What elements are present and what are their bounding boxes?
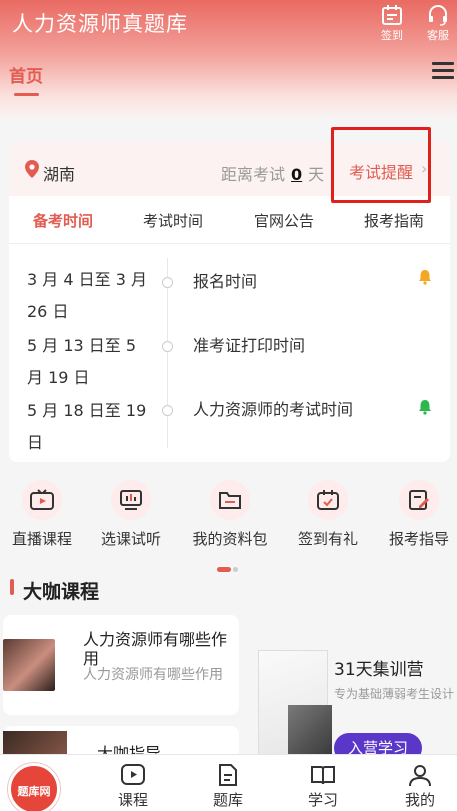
tab-prep-time[interactable]: 备考时间: [33, 210, 93, 231]
exam-remind-link[interactable]: 考试提醒: [349, 159, 413, 183]
headset-icon: [429, 5, 447, 26]
promo-subtitle: 专为基础薄弱考生设计: [334, 687, 455, 701]
quick-link-checkin-gift[interactable]: 签到有礼: [295, 480, 361, 549]
countdown-suffix: 天: [308, 165, 325, 184]
chevron-right-icon: ›: [421, 159, 428, 178]
countdown-days: 0: [291, 165, 303, 184]
timeline-date: 5 月 13 日至 5 月 19 日: [27, 336, 137, 387]
service-label: 客服: [427, 29, 449, 42]
timeline-dot: [162, 277, 173, 288]
section-title: 大咖课程: [23, 581, 100, 603]
location-pin-icon[interactable]: [25, 160, 39, 178]
countdown-prefix: 距离考试: [221, 165, 286, 184]
document-icon: [219, 764, 237, 786]
timeline-label: 准考证打印时间: [193, 336, 306, 355]
quick-link-label: 选课试听: [100, 530, 161, 548]
tab-official-notice[interactable]: 官网公告: [254, 210, 314, 231]
board-icon: [120, 490, 142, 510]
course-thumbnail: [3, 639, 55, 691]
nav-label: 课程: [117, 791, 148, 809]
quick-link-label: 直播课程: [11, 530, 72, 548]
nav-label: 题库: [212, 791, 243, 809]
nav-label: 学习: [307, 791, 338, 809]
bell-icon[interactable]: [417, 399, 433, 415]
quick-link-label: 我的资料包: [192, 530, 268, 548]
nav-label: 我的: [404, 791, 435, 809]
timeline-date: 3 月 4 日至 3 月 26 日: [27, 270, 147, 321]
promo-banner[interactable]: 31天集训营 专为基础薄弱考生设计 入营学习: [248, 615, 457, 768]
customer-service-button[interactable]: 客服: [420, 4, 456, 43]
quick-link-live-course[interactable]: 直播课程: [9, 480, 75, 549]
exam-countdown: 距离考试 0 天: [221, 161, 324, 185]
calendar-icon: [382, 5, 402, 25]
course-title: 人力资源师有哪些作用: [83, 630, 228, 668]
tab-exam-time[interactable]: 考试时间: [143, 210, 203, 231]
quick-link-trial-course[interactable]: 选课试听: [98, 480, 164, 549]
tab-home[interactable]: 首页: [9, 62, 43, 87]
timeline-dot: [162, 341, 173, 352]
timeline-label: 报名时间: [193, 272, 258, 291]
app-title: 人力资源师真题库: [12, 12, 188, 36]
nav-item-question-bank[interactable]: 题库: [208, 763, 248, 810]
book-open-icon: [311, 766, 335, 785]
app-header: 人力资源师真题库 签到 客服 首页: [0, 0, 457, 120]
nav-item-courses[interactable]: 课程: [113, 763, 153, 810]
calendar-check-icon: [317, 490, 339, 510]
tab-apply-guide[interactable]: 报考指南: [364, 210, 424, 231]
exam-card-top: 湖南 距离考试 0 天 考试提醒 ›: [9, 142, 450, 196]
folder-icon: [219, 492, 241, 509]
menu-icon[interactable]: [432, 62, 454, 80]
checkin-label: 签到: [381, 29, 403, 42]
exam-sub-tabs: 备考时间 考试时间 官网公告 报考指南: [9, 196, 450, 244]
bell-icon[interactable]: [417, 269, 433, 285]
section-marker: [10, 579, 14, 595]
bottom-nav: 题库网 课程 题库 学习 我的: [0, 754, 457, 811]
course-subtitle: 人力资源师有哪些作用: [83, 667, 223, 683]
quick-link-label: 签到有礼: [297, 530, 358, 548]
nav-item-study[interactable]: 学习: [303, 763, 343, 810]
user-icon: [409, 765, 431, 787]
guide-edit-icon: [409, 490, 429, 510]
location-label[interactable]: 湖南: [43, 161, 75, 185]
checkin-button[interactable]: 签到: [374, 4, 410, 43]
nav-item-mine[interactable]: 我的: [400, 763, 440, 810]
carousel-pager: [217, 557, 238, 576]
exam-timeline: 3 月 4 日至 3 月 26 日 报名时间 5 月 13 日至 5 月 19 …: [9, 244, 450, 462]
quick-link-my-materials[interactable]: 我的资料包: [190, 480, 270, 549]
timeline-label: 人力资源师的考试时间: [193, 400, 354, 419]
quick-link-apply-guide[interactable]: 报考指导: [386, 480, 452, 549]
tab-active-indicator: [14, 93, 39, 96]
timeline-dot: [162, 405, 173, 416]
play-circle-icon: [121, 764, 145, 785]
course-card[interactable]: 人力资源师有哪些作用 人力资源师有哪些作用: [3, 615, 239, 715]
exam-info-card: 湖南 距离考试 0 天 考试提醒 › 备考时间 考试时间 官网公告 报考指南 3 月…: [9, 142, 450, 462]
promo-title: 31天集训营: [334, 660, 424, 680]
timeline-date: 5 月 18 日至 19 日: [27, 401, 147, 452]
app-logo[interactable]: 题库网: [8, 763, 60, 811]
tv-play-icon: [30, 489, 54, 510]
quick-links: 直播课程 选课试听 我的资料包 签到有礼 报考指导: [0, 480, 457, 560]
quick-link-label: 报考指导: [388, 530, 449, 548]
